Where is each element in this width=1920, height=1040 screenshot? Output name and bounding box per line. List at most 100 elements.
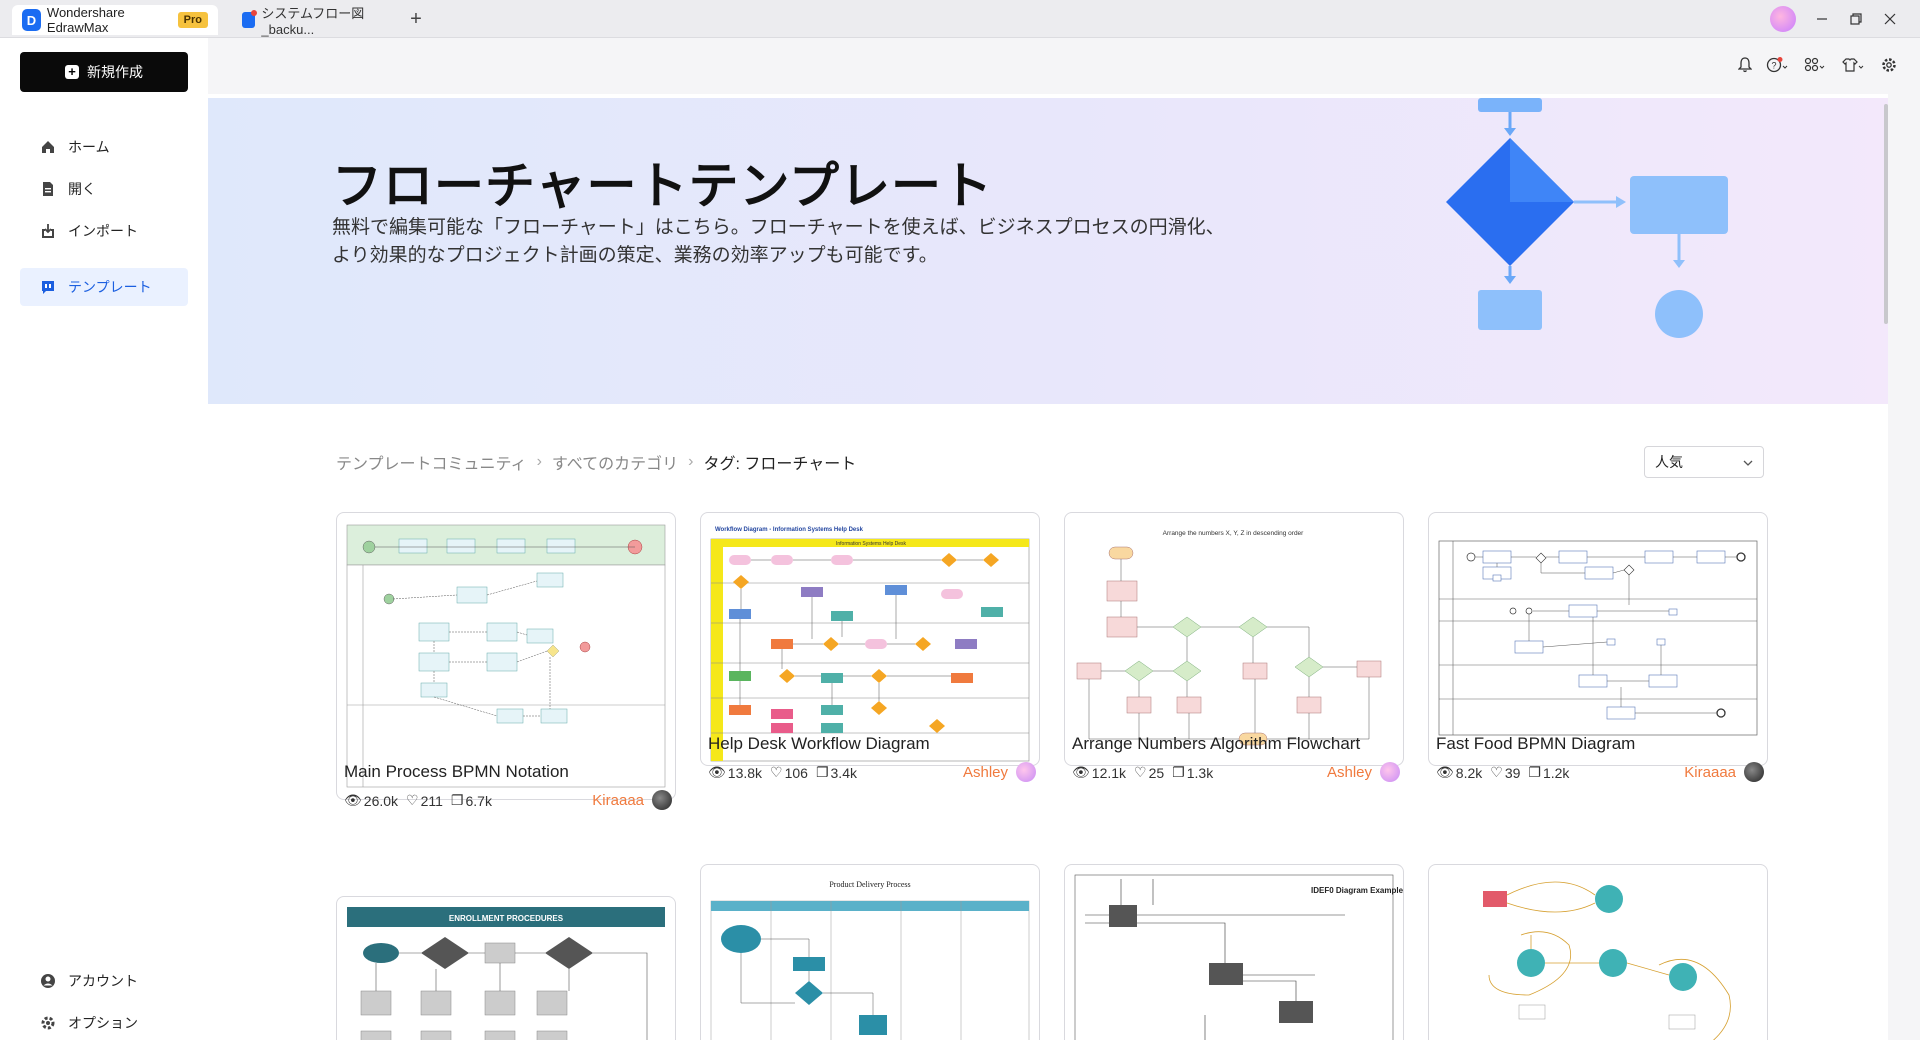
eye-icon: 👁 bbox=[344, 792, 362, 808]
apps-icon[interactable] bbox=[1804, 54, 1826, 76]
template-thumbnail[interactable]: IDEF0 Diagram Example bbox=[1064, 864, 1404, 1040]
sidebar-item-options[interactable]: オプション bbox=[20, 1004, 188, 1040]
card-author[interactable]: Ashley bbox=[1327, 762, 1400, 782]
author-name[interactable]: Ashley bbox=[1327, 764, 1372, 781]
sidebar-item-label: 開く bbox=[68, 181, 96, 197]
svg-text:?: ? bbox=[1771, 61, 1776, 71]
pro-badge: Pro bbox=[177, 12, 208, 28]
card-stats: 👁 13.8k ♡ 106 ❐ 3.4k bbox=[708, 764, 865, 781]
author-avatar[interactable] bbox=[652, 790, 672, 810]
card-title[interactable]: Arrange Numbers Algorithm Flowchart bbox=[1072, 734, 1360, 754]
template-thumbnail[interactable]: Product Delivery Process bbox=[700, 864, 1040, 1040]
card-stats: 👁 8.2k ♡ 39 ❐ 1.2k bbox=[1436, 764, 1577, 781]
views-count: 26.0k bbox=[363, 792, 399, 809]
likes-count: 25 bbox=[1148, 764, 1165, 781]
likes-count: 211 bbox=[420, 792, 443, 809]
heart-icon: ♡ bbox=[770, 764, 783, 780]
restore-icon[interactable] bbox=[1842, 6, 1870, 32]
account-icon bbox=[40, 973, 56, 989]
scrollbar[interactable] bbox=[1884, 104, 1888, 324]
views-stat: 👁 13.8k bbox=[708, 764, 762, 781]
sidebar-item-templates[interactable]: テンプレート bbox=[20, 268, 188, 306]
card-author[interactable]: Kiraaaa bbox=[1684, 762, 1764, 782]
thumb-header: ENROLLMENT PROCEDURES bbox=[449, 914, 564, 923]
template-thumbnail[interactable] bbox=[336, 512, 676, 800]
sidebar-item-account[interactable]: アカウント bbox=[20, 962, 188, 1000]
breadcrumb: テンプレートコミュニティ › すべてのカテゴリ › タグ: フローチャート bbox=[336, 450, 866, 474]
card-author[interactable]: Kiraaaa bbox=[592, 790, 672, 810]
new-button-label: 新規作成 bbox=[87, 64, 143, 80]
likes-stat: ♡ 106 bbox=[770, 764, 808, 781]
eye-icon: 👁 bbox=[1072, 764, 1090, 780]
app-title: Wondershare EdrawMax bbox=[46, 5, 125, 35]
copies-stat: ❐ 6.7k bbox=[451, 792, 492, 809]
chevron-down-icon bbox=[1743, 454, 1753, 470]
copy-icon: ❐ bbox=[450, 792, 464, 808]
copies-count: 1.2k bbox=[1542, 764, 1570, 781]
sidebar-item-home[interactable]: ホーム bbox=[20, 128, 188, 166]
sidebar-item-label: インポート bbox=[68, 223, 138, 239]
heart-icon: ♡ bbox=[406, 792, 419, 808]
template-thumbnail[interactable]: ENROLLMENT PROCEDURES bbox=[336, 896, 676, 1040]
settings-icon bbox=[40, 1015, 56, 1031]
author-name[interactable]: Kiraaaa bbox=[592, 792, 644, 809]
card-title[interactable]: Fast Food BPMN Diagram bbox=[1436, 734, 1635, 754]
copies-stat: ❐ 1.3k bbox=[1172, 764, 1213, 781]
views-stat: 👁 8.2k bbox=[1436, 764, 1482, 781]
shirt-icon[interactable] bbox=[1842, 54, 1864, 76]
chevron-right-icon: › bbox=[536, 453, 542, 470]
thumb-header: Product Delivery Process bbox=[829, 880, 910, 889]
new-button[interactable]: + 新規作成 bbox=[20, 52, 188, 92]
views-stat: 👁 12.1k bbox=[1072, 764, 1126, 781]
plus-icon: + bbox=[65, 65, 79, 79]
views-stat: 👁 26.0k bbox=[344, 792, 398, 809]
author-avatar[interactable] bbox=[1380, 762, 1400, 782]
home-icon bbox=[40, 139, 56, 155]
likes-stat: ♡ 211 bbox=[406, 792, 443, 809]
template-thumbnail[interactable]: Workflow Diagram - Information Systems H… bbox=[700, 512, 1040, 766]
author-name[interactable]: Ashley bbox=[963, 764, 1008, 781]
user-avatar[interactable] bbox=[1770, 6, 1796, 32]
card-title[interactable]: Help Desk Workflow Diagram bbox=[708, 734, 930, 754]
import-icon bbox=[40, 223, 56, 239]
eye-icon: 👁 bbox=[1436, 764, 1454, 780]
hero-description: 無料で編集可能な「フローチャート」はこちら。フローチャートを使えば、ビジネスプロ… bbox=[332, 214, 1312, 270]
card-stats: 👁 26.0k ♡ 211 ❐ 6.7k bbox=[344, 792, 500, 809]
add-tab-button[interactable]: + bbox=[404, 8, 428, 30]
thumb-header: IDEF0 Diagram Example bbox=[1311, 886, 1403, 895]
sidebar-item-label: オプション bbox=[68, 1015, 138, 1031]
card-title[interactable]: Main Process BPMN Notation bbox=[344, 762, 569, 782]
page-title: フローチャートテンプレート bbox=[332, 158, 993, 214]
sidebar-item-import[interactable]: インポート bbox=[20, 212, 188, 250]
bell-icon[interactable] bbox=[1734, 54, 1756, 76]
thumb-header: Workflow Diagram - Information Systems H… bbox=[715, 527, 864, 533]
sidebar-item-open[interactable]: 開く bbox=[20, 170, 188, 208]
eye-icon: 👁 bbox=[708, 764, 726, 780]
breadcrumb-all-categories[interactable]: すべてのカテゴリ bbox=[552, 450, 678, 474]
tab-home[interactable]: D Wondershare EdrawMax Pro bbox=[12, 5, 218, 35]
card-author[interactable]: Ashley bbox=[963, 762, 1036, 782]
template-thumbnail[interactable]: Arrange the numbers X, Y, Z in descendin… bbox=[1064, 512, 1404, 766]
author-name[interactable]: Kiraaaa bbox=[1684, 764, 1736, 781]
gear-icon[interactable] bbox=[1878, 54, 1900, 76]
copy-icon: ❐ bbox=[1528, 764, 1541, 780]
copies-count: 6.7k bbox=[465, 792, 492, 809]
sort-value: 人気 bbox=[1655, 454, 1683, 470]
sort-dropdown[interactable]: 人気 bbox=[1644, 446, 1764, 478]
tab-document[interactable]: システムフロー図_backu... bbox=[232, 5, 402, 37]
minimize-icon[interactable] bbox=[1808, 6, 1836, 32]
breadcrumb-current: タグ: フローチャート bbox=[703, 456, 857, 473]
breadcrumb-community[interactable]: テンプレートコミュニティ bbox=[336, 450, 527, 474]
author-avatar[interactable] bbox=[1016, 762, 1036, 782]
sidebar-item-label: ホーム bbox=[68, 139, 110, 155]
likes-stat: ♡ 25 bbox=[1134, 764, 1164, 781]
edrawmax-logo-icon: D bbox=[22, 9, 41, 31]
close-icon[interactable] bbox=[1876, 6, 1904, 32]
copy-icon: ❐ bbox=[1172, 764, 1185, 780]
views-count: 13.8k bbox=[727, 764, 763, 781]
flowchart-illustration bbox=[1446, 98, 1728, 338]
author-avatar[interactable] bbox=[1744, 762, 1764, 782]
template-thumbnail[interactable] bbox=[1428, 864, 1768, 1040]
template-thumbnail[interactable] bbox=[1428, 512, 1768, 766]
help-icon[interactable]: ? bbox=[1766, 54, 1788, 76]
